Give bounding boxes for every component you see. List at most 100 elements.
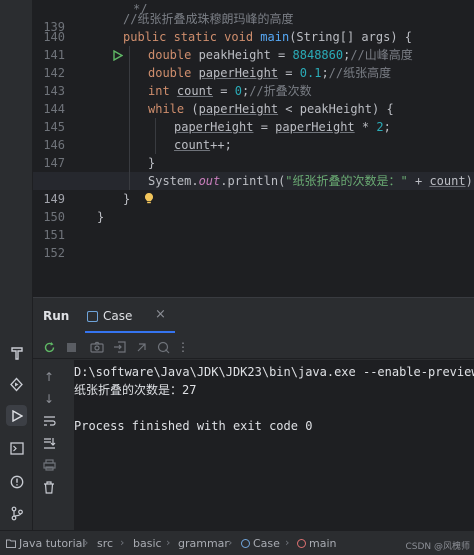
breadcrumb-label: Java tutorial (19, 537, 86, 550)
tab-case[interactable]: Case × (85, 304, 181, 333)
code-line: 145 while (paperHeight < peakHeight) { (33, 100, 474, 134)
class-icon (241, 539, 250, 548)
code-editor[interactable]: 139 */ 140 //纸张折叠成珠穆朗玛峰的高度 141 public st… (33, 0, 474, 297)
code-line: 143 double paperHeight = 0.1;//纸张高度 (33, 64, 474, 98)
operator: * (354, 120, 377, 134)
increment: ++; (210, 138, 232, 152)
camera-icon[interactable] (88, 338, 106, 356)
up-arrow-icon[interactable]: ↑ (40, 368, 58, 386)
comment: //山峰高度 (350, 48, 413, 62)
breadcrumb-src[interactable]: src (97, 537, 113, 550)
code-line: 146 paperHeight = paperHeight * 2; (33, 118, 474, 152)
breadcrumb-project[interactable]: Java tutorial (6, 537, 85, 550)
operator: = (253, 120, 276, 134)
code-line: 144 int count = 0;//折叠次数 (33, 82, 474, 116)
more-options-icon[interactable]: ⋮ (174, 338, 192, 356)
method-modifiers: public static void (123, 30, 261, 44)
run-title: Run (43, 309, 70, 323)
down-arrow-icon[interactable]: ↓ (40, 390, 58, 408)
code-line: 147 count++; (33, 136, 474, 170)
close-icon[interactable]: × (155, 307, 166, 322)
breadcrumb-method[interactable]: main (297, 537, 336, 550)
breadcrumb-label: src (97, 537, 114, 550)
console-side-toolbar: ↑ ↓ (33, 360, 65, 531)
git-icon[interactable] (6, 503, 27, 524)
condition-rest: < peakHeight) { (278, 102, 394, 116)
services-icon[interactable] (6, 374, 27, 395)
chevron-right-icon: › (166, 536, 171, 549)
code-line: 152 (33, 226, 474, 260)
comment: //纸张折叠成珠穆朗玛峰的高度 (123, 12, 294, 26)
breadcrumb-label: grammar (178, 537, 229, 550)
breadcrumb-basic[interactable]: basic (133, 537, 162, 550)
status-bar: Java tutorial › src › basic › grammar › … (0, 530, 474, 555)
console-output[interactable]: D:\software\Java\JDK\JDK23\bin\java.exe … (74, 360, 474, 531)
comment: //折叠次数 (249, 84, 312, 98)
console-line: D:\software\Java\JDK\JDK23\bin\java.exe … (74, 365, 474, 379)
operator: = (278, 66, 300, 80)
chevron-right-icon: › (228, 536, 233, 549)
rerun-icon[interactable] (40, 338, 58, 356)
trash-icon[interactable] (40, 478, 58, 496)
soft-wrap-icon[interactable] (40, 412, 58, 430)
watermark: CSDN @风槐师 (405, 542, 470, 552)
code-line: 141 public static void main(String[] arg… (33, 28, 474, 62)
closing-brace: } (97, 210, 105, 224)
variable-name: peakHeight (198, 48, 271, 62)
semicolon: ; (383, 120, 391, 134)
breadcrumb-label: main (309, 537, 337, 550)
terminal-icon[interactable] (6, 438, 27, 459)
tool-window-strip (0, 0, 33, 530)
login-icon[interactable] (110, 338, 128, 356)
breadcrumb-label: Case (253, 537, 280, 550)
variable-name: paperHeight (174, 120, 254, 134)
run-config-icon (87, 311, 98, 322)
run-toolbar: ⋮ (33, 335, 474, 359)
method-name: main (260, 30, 290, 44)
method-call: .println( (220, 174, 286, 188)
variable-name: count (429, 174, 466, 188)
chevron-right-icon: › (120, 536, 125, 549)
number-literal: 2 (376, 120, 384, 134)
debug-icon[interactable] (154, 338, 172, 356)
type-keyword: double (148, 66, 199, 80)
closing-paren: ); (465, 174, 474, 188)
operator: = (270, 48, 293, 62)
stop-icon[interactable] (62, 338, 80, 356)
tab-label: Case (103, 309, 133, 323)
while-keyword: while (148, 102, 192, 116)
type-keyword: double (148, 48, 199, 62)
class-ref: System. (148, 174, 199, 188)
tab-active-indicator (85, 331, 175, 333)
pin-icon[interactable] (132, 338, 150, 356)
static-field: out (198, 174, 221, 188)
folder-icon (6, 539, 16, 548)
semicolon: ; (321, 66, 329, 80)
console-line: Process finished with exit code 0 (74, 419, 313, 433)
print-icon[interactable] (40, 456, 58, 474)
variable-name: count (174, 138, 211, 152)
line-number: 152 (43, 246, 65, 260)
code-line: 150 } (33, 190, 474, 224)
method-icon (297, 539, 306, 548)
chevron-right-icon: › (285, 536, 290, 549)
closing-brace: } (123, 192, 131, 206)
method-params: (String[] args) { (289, 30, 413, 44)
breadcrumb-grammar[interactable]: grammar (178, 537, 229, 550)
type-keyword: int (148, 84, 177, 98)
problems-icon[interactable] (6, 471, 27, 492)
scroll-to-end-icon[interactable] (40, 434, 58, 452)
code-line: 148 } (33, 154, 474, 188)
variable-name: paperHeight (198, 102, 279, 116)
number-literal: 8848860 (292, 48, 344, 62)
variable-name: count (176, 84, 214, 98)
number-literal: 0 (234, 84, 242, 98)
run-icon[interactable] (6, 405, 27, 426)
string-literal: "纸张折叠的次数是：" (285, 174, 408, 188)
hammer-icon[interactable] (6, 342, 27, 363)
breadcrumb-case[interactable]: Case (241, 537, 280, 550)
code-line: 151 } (33, 208, 474, 242)
run-header: Run Case × (33, 298, 474, 335)
code-line-current: 149 System.out.println("纸张折叠的次数是：" + cou… (33, 172, 474, 206)
operator: = (213, 84, 235, 98)
